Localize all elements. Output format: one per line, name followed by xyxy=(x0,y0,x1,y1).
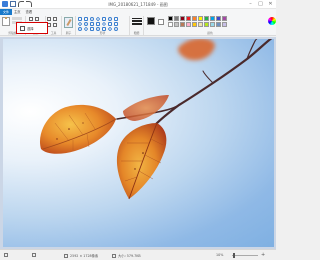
color-swatch-9[interactable] xyxy=(216,16,221,21)
color-swatch-17[interactable] xyxy=(204,22,209,27)
curve-shape-icon[interactable] xyxy=(84,17,88,21)
title-bar: IMG_20180621_171849 - 画图 – □ ✕ xyxy=(0,0,276,9)
right-leaf xyxy=(116,122,167,200)
cursor-position-icon xyxy=(4,253,8,257)
color-swatch-7[interactable] xyxy=(204,16,209,21)
crop-icon[interactable] xyxy=(29,17,33,21)
workspace xyxy=(0,37,276,249)
tab-view[interactable]: 查看 xyxy=(26,9,33,15)
ribbon-tabs: 主页 查看 xyxy=(14,9,32,15)
file-size-text: 大小: 579.7KB xyxy=(118,254,141,258)
color-swatch-14[interactable] xyxy=(186,22,191,27)
color-swatch-16[interactable] xyxy=(198,22,203,27)
color-swatch-10[interactable] xyxy=(222,16,227,21)
shapes-gallery[interactable] xyxy=(77,16,119,32)
shapes-group-label: 形状 xyxy=(99,31,106,35)
size-group: 粗细 xyxy=(130,16,144,35)
photo-autumn-leaves xyxy=(39,39,273,200)
rounded-rect-shape-icon[interactable] xyxy=(102,17,106,21)
color-swatch-15[interactable] xyxy=(192,22,197,27)
color-swatch-5[interactable] xyxy=(192,16,197,21)
size-group-label: 粗细 xyxy=(133,31,140,35)
eraser-icon[interactable] xyxy=(53,23,57,27)
tools-group: 工具 xyxy=(46,16,62,35)
status-filesize: 大小: 579.7KB xyxy=(112,253,141,258)
select-label: 选择 xyxy=(27,27,34,31)
brushes-group-label: 刷子 xyxy=(65,31,72,35)
pentagon-shape-icon[interactable] xyxy=(90,22,94,26)
zoom-level-text: 10% xyxy=(216,253,224,257)
triangle-shape-icon[interactable] xyxy=(114,17,118,21)
colors-group: 颜色 xyxy=(144,16,276,35)
arrow-right-shape-icon[interactable] xyxy=(101,21,107,27)
maximize-icon[interactable]: □ xyxy=(257,1,264,7)
polygon-shape-icon[interactable] xyxy=(108,17,112,21)
status-selection xyxy=(32,253,36,257)
line-shape-icon[interactable] xyxy=(78,17,82,21)
diamond-shape-icon[interactable] xyxy=(84,22,88,26)
close-icon[interactable]: ✕ xyxy=(267,1,274,7)
resize-icon[interactable] xyxy=(35,17,39,21)
select-button[interactable]: 选择 xyxy=(16,22,48,34)
color-swatch-4[interactable] xyxy=(186,16,191,21)
color-swatch-2[interactable] xyxy=(174,16,179,21)
arrow-left-shape-icon[interactable] xyxy=(108,22,112,26)
dimensions-text: 2592 × 1728像素 xyxy=(70,254,99,258)
color-palette xyxy=(168,16,227,27)
pencil-icon[interactable] xyxy=(47,17,51,21)
rectangle-shape-icon[interactable] xyxy=(95,16,101,22)
color-swatch-18[interactable] xyxy=(210,22,215,27)
color-swatch-11[interactable] xyxy=(168,22,173,27)
color-swatch-1[interactable] xyxy=(168,16,173,21)
selection-size-icon xyxy=(32,253,36,257)
file-size-icon xyxy=(112,253,116,258)
shapes-group: 形状 xyxy=(76,16,130,35)
status-zoom: 10% xyxy=(216,253,223,257)
zoom-in-button[interactable]: + xyxy=(261,252,265,258)
window-controls: – □ ✕ xyxy=(247,1,274,7)
color-swatch-13[interactable] xyxy=(180,22,185,27)
color-swatch-20[interactable] xyxy=(222,22,227,27)
arrow-up-shape-icon[interactable] xyxy=(114,22,118,26)
color2-swatch[interactable] xyxy=(158,19,164,25)
fill-icon[interactable] xyxy=(53,17,57,21)
tab-file[interactable]: 文件 xyxy=(0,9,12,15)
right-triangle-shape-icon[interactable] xyxy=(77,21,83,27)
paste-icon[interactable] xyxy=(2,17,10,26)
color-swatch-19[interactable] xyxy=(216,22,221,27)
minimize-icon[interactable]: – xyxy=(247,1,254,7)
window-title: IMG_20180621_171849 - 画图 xyxy=(108,2,168,7)
zoom-slider-thumb[interactable] xyxy=(233,253,236,258)
tools-group-label: 工具 xyxy=(50,31,57,35)
drawing-canvas[interactable] xyxy=(3,39,274,247)
status-bar: 2592 × 1728像素 大小: 579.7KB 10% + xyxy=(0,249,276,260)
color-swatch-12[interactable] xyxy=(174,22,179,27)
cut-button[interactable] xyxy=(12,17,22,20)
color-swatch-3[interactable] xyxy=(180,16,185,21)
stroke-size-icon[interactable] xyxy=(132,17,142,27)
oval-shape-icon[interactable] xyxy=(90,17,94,21)
brush-icon[interactable] xyxy=(64,17,73,28)
zoom-slider[interactable] xyxy=(232,253,258,258)
tab-home[interactable]: 主页 xyxy=(14,9,21,15)
colors-group-label: 颜色 xyxy=(207,31,213,35)
blurred-leaf xyxy=(178,39,215,61)
left-leaf xyxy=(39,104,117,154)
image-dimensions-icon xyxy=(64,253,68,258)
brushes-group: 刷子 xyxy=(62,16,76,35)
status-dimensions: 2592 × 1728像素 xyxy=(64,253,98,258)
status-cursor xyxy=(4,253,8,257)
color-swatch-8[interactable] xyxy=(210,16,215,21)
edit-colors-icon[interactable] xyxy=(268,17,276,25)
select-icon xyxy=(20,26,25,31)
color-swatch-6[interactable] xyxy=(198,16,203,21)
color1-swatch[interactable] xyxy=(147,17,155,25)
hexagon-shape-icon[interactable] xyxy=(96,22,100,26)
